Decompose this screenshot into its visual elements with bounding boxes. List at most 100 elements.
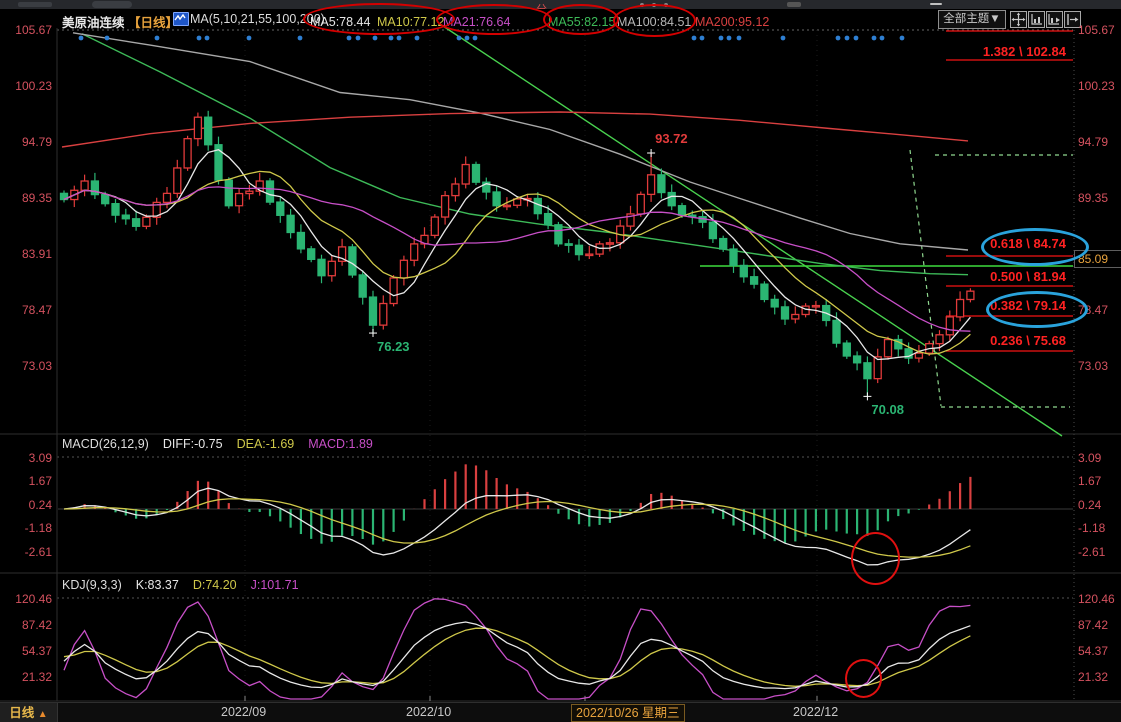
candle-body xyxy=(411,244,418,260)
candle-body xyxy=(720,239,727,249)
candle-body xyxy=(493,192,500,206)
candle-body xyxy=(761,284,768,299)
blue-dot-marker xyxy=(465,36,470,41)
candle-body xyxy=(709,222,716,238)
candle-body xyxy=(236,194,243,206)
blue-dot-marker xyxy=(880,36,885,41)
candle-body xyxy=(967,291,974,299)
macd-title-segment: MACD:1.89 xyxy=(308,437,373,451)
candle-body xyxy=(545,214,552,225)
candle-body xyxy=(637,194,644,214)
candle-body xyxy=(81,181,88,190)
candle-body xyxy=(277,202,284,215)
candle-body xyxy=(380,304,387,326)
date-axis[interactable]: 日线 ▲ 2022/09 2022/10 2022/10/26 星期三 2022/12 xyxy=(0,702,1121,722)
macd-title-segment: DEA:-1.69 xyxy=(237,437,295,451)
candle-body xyxy=(267,181,274,202)
candle-body xyxy=(462,165,469,184)
candle-body xyxy=(133,219,140,227)
candle-body xyxy=(370,297,377,325)
crosshair-date-label: 2022/10/26 星期三 xyxy=(571,704,685,722)
candle-body xyxy=(812,306,819,307)
blue-dot-marker xyxy=(872,36,877,41)
candle-body xyxy=(246,191,253,193)
blue-dot-marker xyxy=(298,36,303,41)
candle-body xyxy=(751,277,758,284)
blue-dot-marker xyxy=(205,36,210,41)
candle-body xyxy=(534,199,541,214)
candle-body xyxy=(565,244,572,245)
candle-body xyxy=(164,193,171,202)
candle-body xyxy=(782,307,789,319)
kdj-title-segment: K:83.37 xyxy=(136,578,179,592)
date-axis-label: 2022/09 xyxy=(221,705,266,719)
candle-body xyxy=(194,117,201,138)
blue-dot-marker xyxy=(473,36,478,41)
blue-dot-marker xyxy=(900,36,905,41)
candle-body xyxy=(606,243,613,244)
candle-body xyxy=(390,278,397,304)
candle-body xyxy=(946,317,953,335)
blue-dot-marker xyxy=(854,36,859,41)
blue-dot-marker xyxy=(347,36,352,41)
blue-dot-marker xyxy=(845,36,850,41)
candle-body xyxy=(143,217,150,226)
candle-body xyxy=(802,306,809,314)
blue-dot-marker xyxy=(457,36,462,41)
candle-body xyxy=(679,206,686,215)
candle-body xyxy=(297,232,304,248)
candle-body xyxy=(668,193,675,206)
macd-title-segment: MACD(26,12,9) xyxy=(62,437,149,451)
blue-dot-marker xyxy=(700,36,705,41)
candle-body xyxy=(586,254,593,255)
kdj-k-line xyxy=(64,622,970,689)
blue-dot-marker xyxy=(727,36,732,41)
candle-body xyxy=(112,204,119,215)
candle-body xyxy=(740,265,747,276)
candle-body xyxy=(771,299,778,307)
candle-body xyxy=(854,356,861,363)
date-axis-label: 2022/10 xyxy=(406,705,451,719)
period-selector[interactable]: 日线 ▲ xyxy=(0,703,58,722)
candle-body xyxy=(328,261,335,275)
trading-app-window: 分 美原油连续 【日线】 MA(5,10,21,55,100,200) MA5:… xyxy=(0,0,1121,722)
blue-dot-marker xyxy=(197,36,202,41)
kdj-d-line xyxy=(64,628,970,686)
candle-body xyxy=(792,314,799,318)
candle-body xyxy=(833,320,840,343)
candle-body xyxy=(122,215,129,219)
candle-body xyxy=(648,175,655,195)
ma-line-ma21 xyxy=(64,187,970,331)
candle-body xyxy=(864,363,871,379)
blue-dot-marker xyxy=(389,36,394,41)
candle-body xyxy=(503,205,510,206)
candle-body xyxy=(359,275,366,297)
candle-body xyxy=(452,184,459,196)
kdj-title-segment: KDJ(9,3,3) xyxy=(62,578,122,592)
candle-body xyxy=(205,117,212,145)
blue-dot-marker xyxy=(692,36,697,41)
candle-body xyxy=(225,180,232,206)
blue-dot-marker xyxy=(397,36,402,41)
blue-dot-marker xyxy=(781,36,786,41)
date-axis-label: 2022/12 xyxy=(793,705,838,719)
candle-body xyxy=(915,353,922,358)
candle-body xyxy=(843,343,850,356)
blue-dot-marker xyxy=(373,36,378,41)
period-up-arrow-icon: ▲ xyxy=(38,709,48,720)
price-chart-canvas[interactable] xyxy=(0,0,1121,722)
candle-body xyxy=(555,225,562,244)
candle-body xyxy=(576,245,583,254)
blue-dot-marker xyxy=(105,36,110,41)
candle-body xyxy=(431,217,438,235)
candle-body xyxy=(473,165,480,183)
candle-body xyxy=(318,259,325,275)
blue-dot-marker xyxy=(79,36,84,41)
candle-body xyxy=(514,199,521,205)
candle-body xyxy=(308,249,315,259)
kdj-title-segment: D:74.20 xyxy=(193,578,237,592)
candle-body xyxy=(102,195,109,204)
candle-body xyxy=(174,168,181,193)
candle-body xyxy=(957,299,964,316)
blue-dot-marker xyxy=(415,36,420,41)
